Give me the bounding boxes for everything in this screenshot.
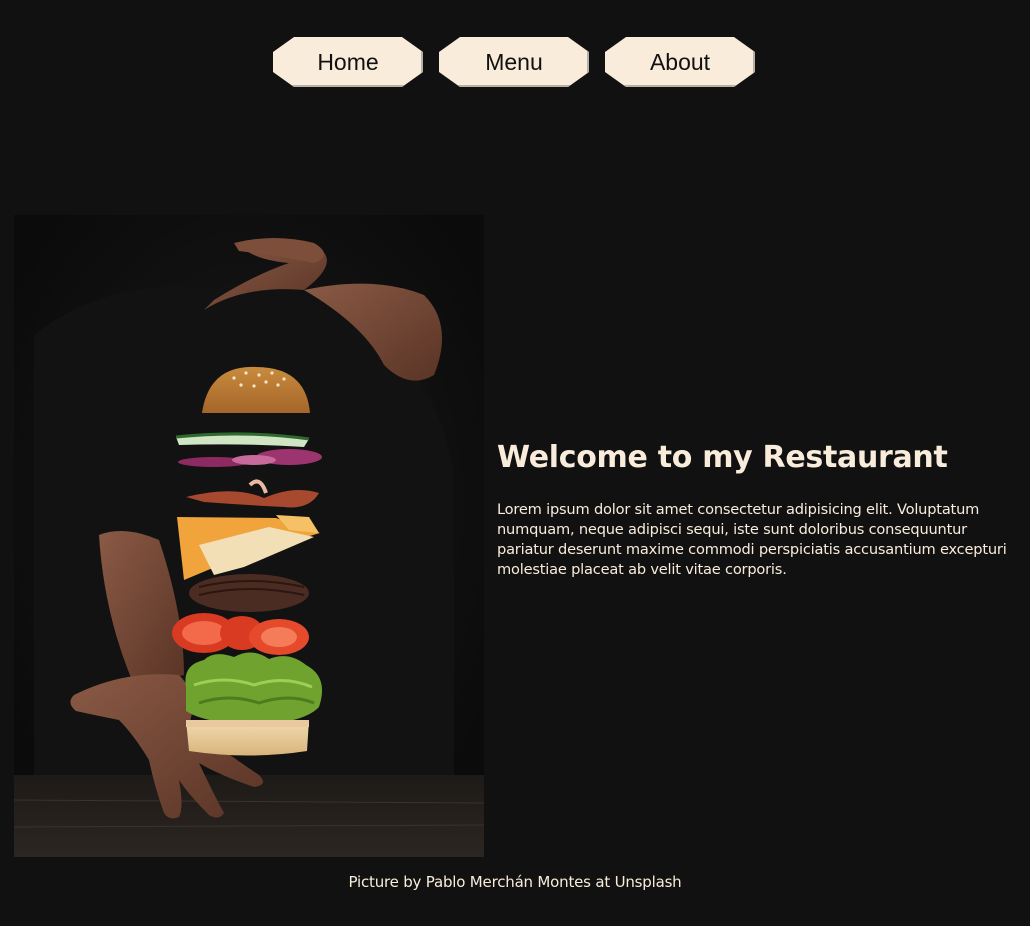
page-title: Welcome to my Restaurant: [497, 440, 948, 475]
nav-about-button[interactable]: About: [605, 37, 755, 87]
main-nav: Home Menu About: [273, 37, 755, 87]
nav-menu-button[interactable]: Menu: [439, 37, 589, 87]
page: Home Menu About Welcome to my Restaurant…: [0, 0, 1030, 926]
photo-credit: Picture by Pablo Merchán Montes at Unspl…: [348, 873, 682, 891]
nav-home-button[interactable]: Home: [273, 37, 423, 87]
intro-paragraph: Lorem ipsum dolor sit amet consectetur a…: [497, 501, 1007, 578]
hero-image: [14, 215, 484, 857]
